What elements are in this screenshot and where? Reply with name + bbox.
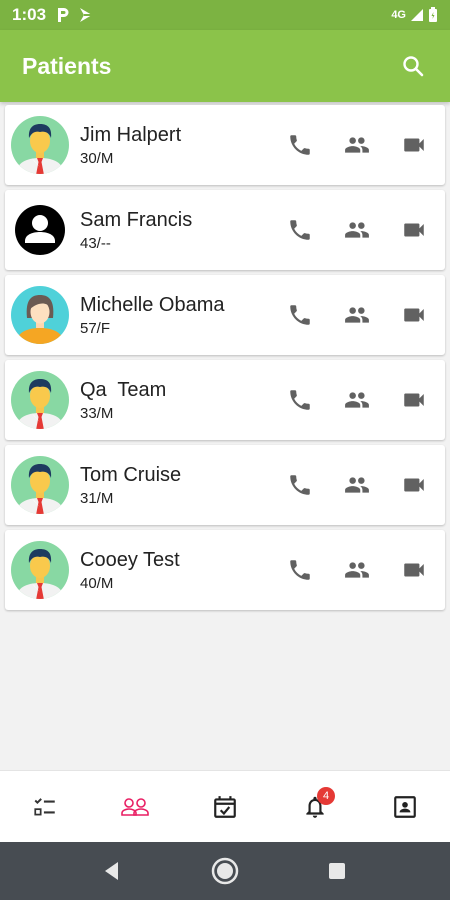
nav-patients[interactable]: [90, 771, 180, 842]
patient-age-gender: 57/F: [80, 320, 111, 337]
app-notification-icon: [80, 8, 93, 22]
video-call-button[interactable]: [389, 210, 439, 250]
video-camera-icon: [404, 563, 424, 577]
video-call-button[interactable]: [389, 380, 439, 420]
checklist-icon: [34, 797, 55, 815]
group-button[interactable]: [332, 380, 382, 420]
nav-notifications[interactable]: 4: [270, 771, 360, 842]
search-button[interactable]: [398, 51, 428, 81]
home-button[interactable]: [169, 856, 281, 886]
network-type: 4G: [391, 9, 406, 21]
patient-age-gender: 43/--: [80, 235, 111, 252]
group-button[interactable]: [332, 465, 382, 505]
patient-name: Sam Francis: [80, 209, 193, 231]
back-triangle-icon: [105, 862, 118, 880]
calendar-check-icon: [214, 795, 236, 818]
phone-icon: [290, 220, 310, 240]
patient-name: Michelle Obama: [80, 294, 225, 316]
patient-card[interactable]: Sam Francis 43/--: [5, 190, 445, 270]
call-button[interactable]: [275, 550, 325, 590]
back-button[interactable]: [57, 860, 169, 882]
video-camera-icon: [404, 223, 424, 237]
video-camera-icon: [404, 393, 424, 407]
video-call-button[interactable]: [389, 125, 439, 165]
status-time: 1:03: [12, 5, 47, 24]
male-avatar: [10, 115, 70, 175]
phone-icon: [290, 305, 310, 325]
male-avatar: [10, 540, 70, 600]
status-bar: 1:03 4G: [0, 0, 450, 30]
system-nav-bar: [0, 842, 450, 900]
group-button[interactable]: [332, 550, 382, 590]
recents-button[interactable]: [281, 861, 393, 881]
video-call-button[interactable]: [389, 550, 439, 590]
call-button[interactable]: [275, 295, 325, 335]
group-button[interactable]: [332, 125, 382, 165]
group-icon: [345, 392, 369, 408]
patient-name: Tom Cruise: [80, 464, 182, 486]
call-button[interactable]: [275, 380, 325, 420]
group-icon: [345, 222, 369, 238]
nav-calendar[interactable]: [180, 771, 270, 842]
patient-age-gender: 40/M: [80, 575, 114, 592]
video-camera-icon: [404, 308, 424, 322]
notification-badge: 4: [317, 787, 335, 805]
phone-icon: [290, 475, 310, 495]
patient-name: Cooey Test: [80, 549, 180, 571]
contact-card-icon: [394, 795, 416, 818]
call-button[interactable]: [275, 125, 325, 165]
page-title: Patients: [22, 52, 112, 79]
group-button[interactable]: [332, 295, 382, 335]
video-camera-icon: [404, 138, 424, 152]
patient-card[interactable]: Tom Cruise 31/M: [5, 445, 445, 525]
people-outline-icon: [121, 797, 149, 816]
video-camera-icon: [404, 478, 424, 492]
group-button[interactable]: [332, 210, 382, 250]
phone-icon: [290, 560, 310, 580]
app-bar: Patients: [0, 30, 450, 102]
patient-name: Jim Halpert: [80, 124, 182, 146]
bottom-nav: 4: [0, 770, 450, 842]
patient-card[interactable]: Cooey Test 40/M: [5, 530, 445, 610]
phone-icon: [290, 390, 310, 410]
recents-square-icon: [329, 863, 345, 879]
patient-name: Qa Team: [80, 379, 167, 401]
signal-icon: [411, 9, 423, 21]
patient-card[interactable]: Michelle Obama 57/F: [5, 275, 445, 355]
battery-icon: [429, 7, 437, 22]
group-icon: [345, 307, 369, 323]
call-button[interactable]: [275, 465, 325, 505]
home-circle-icon: [211, 857, 239, 885]
patient-card[interactable]: Qa Team 33/M: [5, 360, 445, 440]
nav-tasks[interactable]: [0, 771, 90, 842]
default-user-avatar: [10, 200, 70, 260]
male-avatar: [10, 455, 70, 515]
group-icon: [345, 477, 369, 493]
patient-age-gender: 33/M: [80, 405, 114, 422]
female-avatar: [10, 285, 70, 345]
video-call-button[interactable]: [389, 295, 439, 335]
patient-age-gender: 30/M: [80, 150, 114, 167]
video-call-button[interactable]: [389, 465, 439, 505]
phone-icon: [290, 135, 310, 155]
nav-profile[interactable]: [360, 771, 450, 842]
patient-age-gender: 31/M: [80, 490, 114, 507]
patient-card[interactable]: Jim Halpert 30/M: [5, 105, 445, 185]
search-icon: [403, 56, 424, 77]
call-button[interactable]: [275, 210, 325, 250]
parking-app-icon: [58, 8, 69, 22]
group-icon: [345, 562, 369, 578]
male-avatar: [10, 370, 70, 430]
group-icon: [345, 137, 369, 153]
